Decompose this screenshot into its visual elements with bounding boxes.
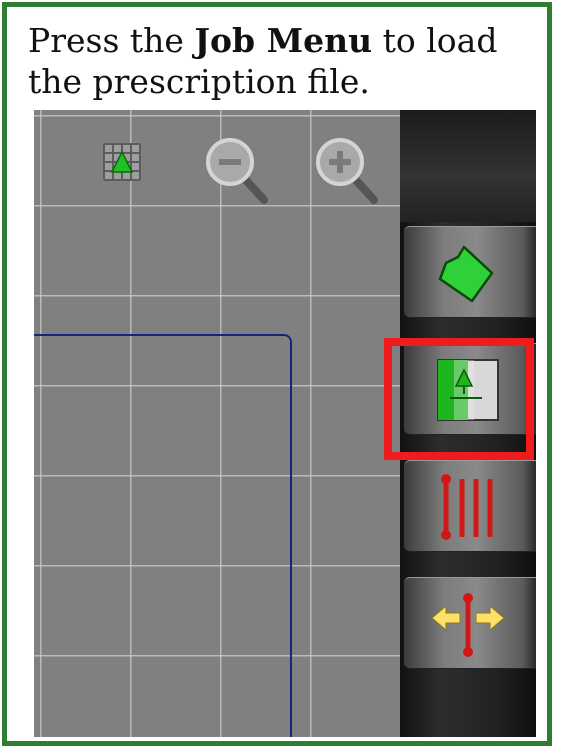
- instruction-emphasis: Job Menu: [194, 21, 373, 60]
- job-menu-highlight: [384, 338, 534, 460]
- instruction-text: Press the Job Menu to load the prescript…: [28, 20, 543, 102]
- display-screenshot: [34, 110, 536, 737]
- guidance-lines-icon: [441, 474, 493, 540]
- grid-map-button[interactable]: [92, 132, 152, 192]
- map-view[interactable]: [34, 110, 400, 737]
- instruction-prefix: Press the: [28, 21, 195, 60]
- field-boundary-icon: [438, 245, 494, 303]
- zoom-in-icon: [316, 138, 378, 204]
- nudge-shift-icon: [431, 593, 505, 657]
- rail-header: [400, 110, 536, 222]
- guidance-menu-button[interactable]: [404, 460, 536, 552]
- zoom-out-button[interactable]: [200, 132, 268, 204]
- field-boundary-line: [34, 334, 292, 737]
- grid-map-icon: [103, 143, 141, 181]
- zoom-out-icon: [206, 138, 268, 204]
- nudge-menu-button[interactable]: [404, 577, 536, 669]
- field-menu-button[interactable]: [404, 226, 536, 318]
- zoom-in-button[interactable]: [310, 132, 378, 204]
